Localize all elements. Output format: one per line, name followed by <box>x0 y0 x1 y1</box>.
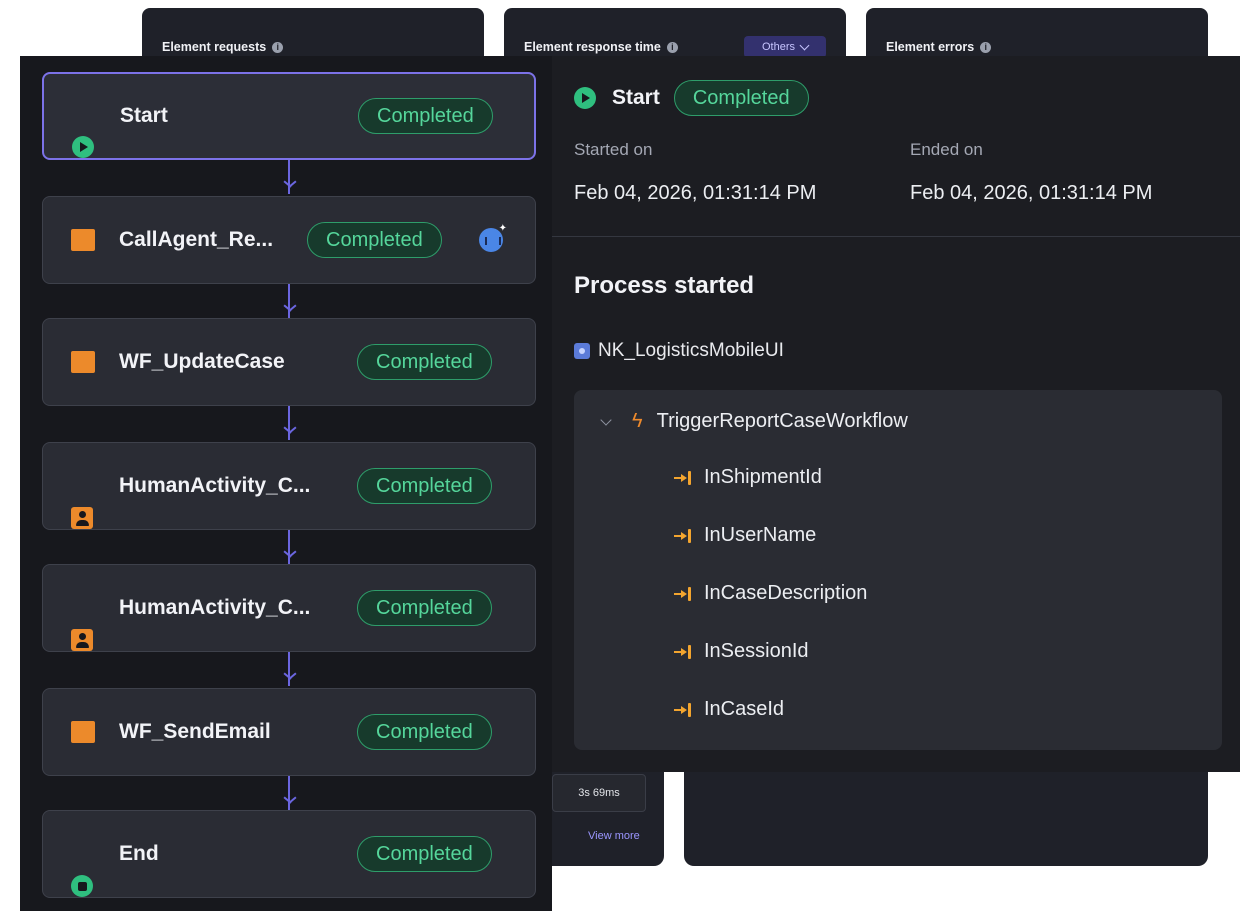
stop-icon <box>71 875 93 897</box>
input-arrow-icon <box>674 643 694 661</box>
status-badge: Completed <box>357 468 492 504</box>
chevron-down-icon <box>799 40 810 51</box>
person-icon <box>71 507 93 529</box>
card-title: Element errors <box>886 40 975 54</box>
task-square-icon <box>71 721 95 743</box>
flow-node-wf-updatecase[interactable]: WF_UpdateCase Completed <box>42 318 536 406</box>
argument-name: InSessionId <box>704 640 809 662</box>
agent-icon: ✦ <box>479 224 507 252</box>
flow-node-humanactivity-1[interactable]: HumanActivity_C... Completed <box>42 442 536 530</box>
argument-row: InShipmentId <box>674 466 822 489</box>
status-badge: Completed <box>357 714 492 750</box>
status-badge: Completed <box>673 80 809 116</box>
argument-name: InCaseDescription <box>704 582 868 604</box>
argument-name: InCaseId <box>704 698 785 720</box>
divider <box>552 236 1240 237</box>
input-arrow-icon <box>674 585 694 603</box>
chevron-down-icon[interactable] <box>600 413 612 426</box>
input-arrow-icon <box>674 469 694 487</box>
node-label: End <box>119 842 159 865</box>
play-icon <box>574 87 596 109</box>
node-label: HumanActivity_C... <box>119 474 311 497</box>
flow-node-humanactivity-2[interactable]: HumanActivity_C... Completed <box>42 564 536 652</box>
node-label: WF_UpdateCase <box>119 350 285 373</box>
play-icon <box>72 136 94 158</box>
trigger-row[interactable]: ϟ TriggerReportCaseWorkflow <box>600 410 908 433</box>
started-on-value: Feb 04, 2026, 01:31:14 PM <box>574 182 817 204</box>
card-title: Element response time <box>524 40 661 54</box>
argument-row: InCaseId <box>674 698 784 721</box>
argument-row: InCaseDescription <box>674 582 867 605</box>
trigger-tree: ϟ TriggerReportCaseWorkflow InShipmentId… <box>574 390 1222 750</box>
errors-panel <box>684 760 1208 866</box>
person-icon <box>71 629 93 651</box>
app-icon <box>574 343 590 359</box>
ended-on-label: Ended on <box>910 140 983 159</box>
status-badge: Completed <box>357 344 492 380</box>
flow-node-end[interactable]: End Completed <box>42 810 536 898</box>
node-label: WF_SendEmail <box>119 720 271 743</box>
node-label: CallAgent_Re... <box>119 228 274 251</box>
node-label: HumanActivity_C... <box>119 596 311 619</box>
trigger-name: TriggerReportCaseWorkflow <box>656 410 908 432</box>
filter-label: Others <box>761 41 795 53</box>
flow-node-start[interactable]: Start Completed <box>42 72 536 160</box>
status-badge: Completed <box>358 98 493 134</box>
started-on-label: Started on <box>574 140 653 159</box>
info-icon[interactable]: i <box>666 41 678 53</box>
input-arrow-icon <box>674 701 694 719</box>
status-badge: Completed <box>357 590 492 626</box>
duration-chip: 3s 69ms <box>552 774 646 812</box>
status-badge: Completed <box>307 222 442 258</box>
section-title: Process started <box>574 272 755 299</box>
card-title: Element requests <box>162 40 267 54</box>
response-time-panel: 3s 69ms View more <box>540 760 664 866</box>
flow-node-wf-sendemail[interactable]: WF_SendEmail Completed <box>42 688 536 776</box>
argument-name: InShipmentId <box>704 466 822 488</box>
argument-name: InUserName <box>704 524 817 546</box>
details-header: Start Completed <box>574 80 809 116</box>
app-name: NK_LogisticsMobileUI <box>598 340 784 361</box>
app-reference: NK_LogisticsMobileUI <box>574 340 784 362</box>
flow-node-callagent[interactable]: CallAgent_Re... Completed ✦ <box>42 196 536 284</box>
node-details-panel: Start Completed Started on Feb 04, 2026,… <box>552 56 1240 772</box>
input-arrow-icon <box>674 527 694 545</box>
ended-on-value: Feb 04, 2026, 01:31:14 PM <box>910 182 1153 204</box>
lightning-icon: ϟ <box>632 410 643 432</box>
task-square-icon <box>71 351 95 373</box>
details-title: Start <box>612 86 660 109</box>
process-flow-panel: Start Completed CallAgent_Re... Complete… <box>20 56 552 911</box>
argument-row: InSessionId <box>674 640 809 663</box>
status-badge: Completed <box>357 836 492 872</box>
info-icon[interactable]: i <box>272 41 284 53</box>
info-icon[interactable]: i <box>980 41 992 53</box>
node-label: Start <box>120 104 168 127</box>
argument-row: InUserName <box>674 524 816 547</box>
others-filter-dropdown[interactable]: Others <box>744 36 826 58</box>
task-square-icon <box>71 229 95 251</box>
view-more-link[interactable]: View more <box>588 830 640 842</box>
